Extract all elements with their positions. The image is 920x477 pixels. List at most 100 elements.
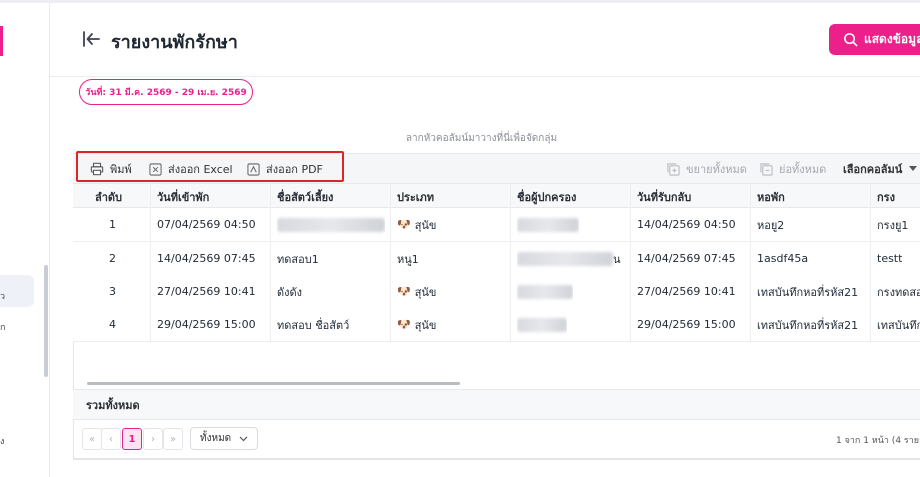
grid-total-row: รวมทั้งหมด	[73, 389, 920, 420]
collapse-sidebar-icon[interactable]	[81, 29, 101, 49]
cell-pet: ดังดัง	[277, 285, 303, 299]
page-info: 1 จาก 1 หน้า (4 รายการ)	[836, 436, 920, 446]
sidebar-item-active[interactable]: ว	[0, 275, 34, 307]
caret-down-icon	[909, 166, 918, 171]
table-row[interactable]: 3 27/04/2569 10:41 ดังดัง 🐶 สุนัข 27/04/2…	[73, 275, 920, 309]
cell-cage: กรงทดสอ	[877, 285, 920, 299]
column-header-type[interactable]: ประเภท	[397, 184, 434, 209]
cell-pet: ทดสอบ1	[277, 252, 319, 266]
column-divider	[390, 183, 391, 341]
column-divider	[270, 183, 271, 341]
table-row[interactable]: 1 07/04/2569 04:50 🐶 สุนัข 14/04/2569 04:…	[73, 208, 920, 242]
column-header-no[interactable]: ลำดับ	[95, 184, 122, 209]
column-header-checkin[interactable]: วันที่เข้าพัก	[157, 184, 209, 209]
redacted-text	[277, 217, 385, 232]
cell-type-label: สุนัข	[414, 318, 437, 332]
table-row[interactable]: 4 29/04/2569 15:00 ทดสอบ ชื่อสัตว์ 🐶 สุนั…	[73, 308, 920, 342]
cell-checkout: 29/04/2569 15:00	[637, 318, 736, 331]
choose-columns-label: เลือกคอลัมน์	[843, 163, 903, 176]
sidebar-active-indicator	[0, 26, 3, 56]
search-icon	[844, 33, 858, 47]
cell-cage: testt	[877, 252, 903, 265]
cell-type: 🐶 สุนัข	[397, 275, 436, 308]
last-page-button[interactable]: »	[163, 428, 183, 450]
cell-pet-redacted	[277, 208, 385, 241]
export-actions-highlight	[76, 151, 344, 182]
expand-all-button[interactable]: ขยายทั้งหมด	[667, 154, 747, 184]
page-size-select[interactable]: ทั้งหมด	[190, 427, 258, 450]
cell-type: หนู1	[397, 252, 419, 266]
show-data-button[interactable]: แสดงข้อมูล	[829, 24, 920, 55]
horizontal-scrollbar[interactable]	[87, 382, 460, 385]
collapse-all-button[interactable]: ย่อทั้งหมด	[760, 154, 826, 184]
cell-cage: กรงยู1	[877, 218, 909, 232]
column-header-checkout[interactable]: วันที่รับกลับ	[637, 184, 691, 209]
next-page-button[interactable]: ›	[143, 428, 163, 450]
column-header-pet[interactable]: ชื่อสัตว์เลี้ยง	[277, 184, 333, 209]
cell-type-label: สุนัข	[414, 218, 437, 232]
top-rule	[0, 0, 920, 3]
collapse-all-label: ย่อทั้งหมด	[779, 163, 827, 176]
page-size-value: ทั้งหมด	[200, 433, 232, 444]
cell-checkin: 07/04/2569 04:50	[157, 218, 256, 231]
cell-no: 3	[109, 285, 116, 298]
cell-checkout: 27/04/2569 10:41	[637, 285, 736, 298]
column-divider	[870, 183, 871, 341]
date-range-chip[interactable]: วันที่: 31 มี.ค. 2569 - 29 เม.ย. 2569	[79, 79, 253, 105]
page-title: รายงานพักรักษา	[111, 32, 238, 53]
sidebar-item[interactable]: ง	[0, 434, 4, 448]
column-divider	[630, 183, 631, 341]
choose-columns-button[interactable]: เลือกคอลัมน์	[843, 154, 918, 184]
cell-owner-redacted	[517, 308, 567, 341]
sidebar-item-label: ว	[0, 292, 6, 302]
cell-owner-redacted	[517, 208, 579, 241]
cell-no: 2	[109, 252, 116, 265]
group-panel[interactable]: ลากหัวคอลัมน์มาวางที่นี่เพื่อจัดกลุ่ม	[73, 123, 920, 153]
column-divider	[510, 183, 511, 341]
redacted-text	[517, 284, 573, 299]
cell-cage: เทสบันทึก	[877, 318, 920, 332]
first-page-button[interactable]: «	[82, 428, 102, 450]
cell-ward: เทสบันทึกหอที่รหัส21	[757, 285, 859, 299]
show-data-label: แสดงข้อมูล	[864, 32, 920, 46]
header-divider	[50, 76, 920, 77]
collapse-icon	[760, 162, 773, 176]
cell-type: 🐶 สุนัข	[397, 308, 436, 341]
cell-type-label: สุนัข	[414, 285, 437, 299]
cell-ward: หอยู2	[757, 218, 785, 232]
column-header-cage[interactable]: กรง	[877, 184, 895, 209]
cell-checkout: 14/04/2569 07:45	[637, 252, 736, 265]
cell-checkin: 14/04/2569 07:45	[157, 252, 256, 265]
cell-no: 1	[109, 218, 116, 231]
dog-icon: 🐶	[397, 318, 411, 331]
dog-icon: 🐶	[397, 285, 411, 298]
redacted-text	[517, 317, 567, 332]
sidebar: ว ก ง	[0, 3, 50, 477]
cell-ward: เทสบันทึกหอที่รหัส21	[757, 318, 859, 332]
sidebar-item-label: ง	[0, 437, 5, 447]
cell-checkout: 14/04/2569 04:50	[637, 218, 736, 231]
cell-owner-redacted	[517, 275, 573, 308]
redacted-text	[517, 217, 579, 232]
expand-icon	[667, 162, 680, 176]
cell-ward: 1asdf45a	[757, 252, 809, 265]
sidebar-scrollbar[interactable]	[44, 265, 48, 377]
sidebar-item-label: ก	[0, 323, 6, 333]
owner-tail-text: น	[613, 252, 621, 266]
dog-icon: 🐶	[397, 218, 411, 231]
page-number-button[interactable]: 1	[122, 428, 142, 450]
table-row[interactable]: 2 14/04/2569 07:45 ทดสอบ1 หนู1 น 14/04/2…	[73, 242, 920, 276]
expand-all-label: ขยายทั้งหมด	[686, 163, 747, 176]
column-divider	[750, 183, 751, 341]
column-header-ward[interactable]: หอพัก	[757, 184, 785, 209]
cell-owner-redacted: น	[517, 242, 621, 275]
sidebar-item[interactable]: ก	[0, 320, 5, 334]
cell-pet: ทดสอบ ชื่อสัตว์	[277, 318, 350, 332]
column-header-owner[interactable]: ชื่อผู้ปกครอง	[517, 184, 576, 209]
chevron-down-icon	[239, 436, 248, 441]
grid-bottom-border	[73, 459, 920, 460]
cell-checkin: 29/04/2569 15:00	[157, 318, 256, 331]
prev-page-button[interactable]: ‹	[101, 428, 121, 450]
cell-no: 4	[109, 318, 116, 331]
redacted-text	[517, 251, 613, 266]
